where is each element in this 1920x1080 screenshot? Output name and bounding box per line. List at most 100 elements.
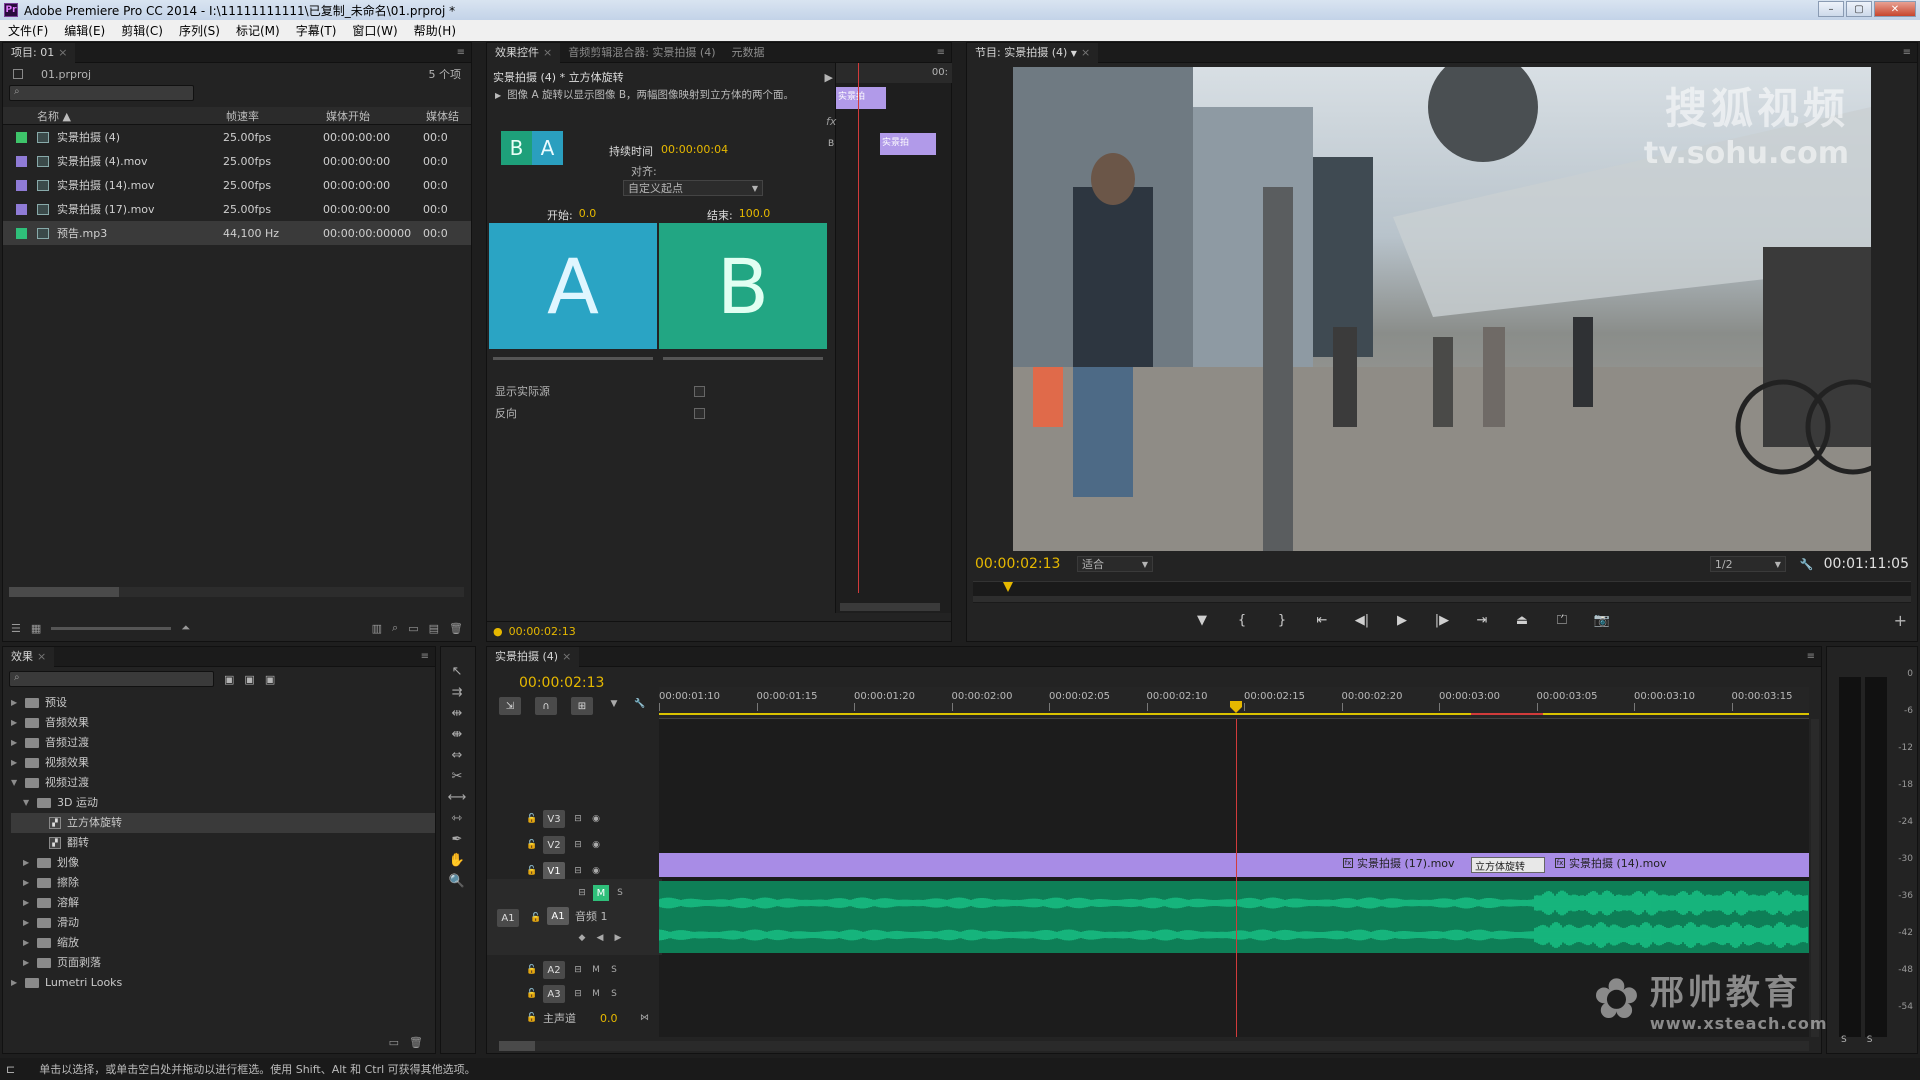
solo-button[interactable]: S: [607, 987, 621, 1001]
collapsed-arrow-icon[interactable]: ▶: [23, 933, 33, 953]
zoom-slider[interactable]: [51, 626, 172, 630]
lock-icon[interactable]: 🔓: [529, 911, 543, 925]
resolution-dropdown[interactable]: 1/2 ▼: [1709, 556, 1786, 572]
master-volume[interactable]: 0.0: [600, 1012, 618, 1025]
close-tab-icon[interactable]: ×: [562, 650, 571, 663]
linked-selection-icon[interactable]: ⊞: [571, 697, 593, 715]
project-item-row[interactable]: 实景拍摄 (14).mov 25.00fps 00:00:00:00 00:0: [3, 173, 471, 197]
meter-solo-right[interactable]: S: [1867, 1035, 1873, 1045]
tab-project[interactable]: 项目: 01 ×: [3, 42, 76, 63]
hand-tool-icon[interactable]: ✋: [447, 850, 467, 870]
start-slider[interactable]: [493, 357, 653, 360]
menu-edit[interactable]: 编辑(E): [56, 22, 113, 39]
mute-button[interactable]: M: [593, 885, 609, 901]
track-a1-label[interactable]: A1: [547, 907, 569, 925]
sync-lock-icon[interactable]: ⊟: [571, 864, 585, 878]
keyframe-icon[interactable]: ◆: [575, 931, 589, 945]
prev-keyframe-icon[interactable]: ◀: [593, 931, 607, 945]
tab-effect-controls[interactable]: 效果控件 ×: [487, 42, 561, 63]
project-scrollbar[interactable]: [9, 587, 464, 597]
lock-icon[interactable]: 🔓: [525, 812, 539, 826]
nest-toggle-icon[interactable]: ⇲: [499, 697, 521, 715]
accelerated-effects-icon[interactable]: ▣: [224, 673, 234, 686]
track-select-tool-icon[interactable]: ⇉: [447, 682, 467, 702]
timeline-timecode[interactable]: 00:00:02:13: [519, 675, 604, 691]
mini-playhead[interactable]: [858, 63, 859, 593]
pen-tool-icon[interactable]: ✒: [447, 829, 467, 849]
timeline-scrollbar[interactable]: [499, 1041, 1809, 1051]
minimize-button[interactable]: –: [1818, 1, 1844, 17]
collapsed-arrow-icon[interactable]: ▶: [23, 873, 33, 893]
clip-label-14[interactable]: fx 实景拍摄 (14).mov: [1555, 855, 1667, 871]
export-frame-button[interactable]: 📷: [1587, 609, 1617, 631]
trash-icon[interactable]: 🗑: [449, 622, 463, 635]
sort-icon[interactable]: ⏶: [181, 621, 190, 635]
track-a3-label[interactable]: A3: [543, 985, 565, 1003]
slide-tool-icon[interactable]: ⇿: [447, 808, 467, 828]
32bit-effects-icon[interactable]: ▣: [244, 673, 254, 686]
trash-icon[interactable]: 🗑: [409, 1036, 423, 1049]
mark-in-button[interactable]: {: [1227, 609, 1257, 631]
sync-lock-icon[interactable]: ⊟: [571, 987, 585, 1001]
add-marker-icon[interactable]: ▼: [607, 697, 621, 711]
work-area-bar[interactable]: [659, 713, 1809, 715]
tab-metadata[interactable]: 元数据: [724, 43, 773, 63]
meter-solo-left[interactable]: S: [1841, 1035, 1847, 1045]
panel-menu-icon[interactable]: ≡: [1807, 651, 1815, 662]
close-button[interactable]: ✕: [1874, 1, 1916, 17]
duration-value[interactable]: 00:00:00:04: [661, 143, 728, 159]
rolling-edit-tool-icon[interactable]: ⇼: [447, 724, 467, 744]
solo-button[interactable]: S: [613, 886, 627, 900]
ripple-edit-tool-icon[interactable]: ⇹: [447, 703, 467, 723]
tab-sequence[interactable]: 实景拍摄 (4) ×: [487, 646, 580, 667]
extract-button[interactable]: ⏍: [1547, 609, 1577, 631]
expand-description-icon[interactable]: ▶: [495, 89, 501, 102]
close-tab-icon[interactable]: ×: [543, 46, 552, 59]
find-icon[interactable]: ⌕: [392, 621, 398, 635]
fit-dropdown[interactable]: 适合 ▼: [1077, 556, 1153, 572]
effect-folder[interactable]: ▶ 缩放: [11, 933, 435, 953]
ec-timecode[interactable]: 00:00:02:13: [509, 625, 576, 638]
lock-icon[interactable]: 🔓: [525, 838, 539, 852]
eye-icon[interactable]: ◉: [589, 838, 603, 852]
close-tab-icon[interactable]: ×: [1081, 46, 1090, 59]
chevron-down-icon[interactable]: ▼: [1071, 49, 1077, 58]
sync-lock-icon[interactable]: ⊟: [571, 812, 585, 826]
track-a2-label[interactable]: A2: [543, 961, 565, 979]
slip-tool-icon[interactable]: ⟷: [447, 787, 467, 807]
automate-icon[interactable]: ▥: [372, 622, 382, 635]
collapsed-arrow-icon[interactable]: ▶: [11, 753, 21, 773]
ec-mini-timeline[interactable]: 00: 实景拍 fx 实景拍 B: [826, 63, 952, 613]
sync-lock-icon[interactable]: ⊟: [571, 963, 585, 977]
project-search-input[interactable]: ⌕: [9, 85, 194, 101]
sync-lock-icon[interactable]: ⊟: [575, 886, 589, 900]
mark-out-button[interactable]: }: [1267, 609, 1297, 631]
eye-icon[interactable]: ◉: [589, 812, 603, 826]
master-end-icon[interactable]: ⋈: [638, 1011, 652, 1025]
program-timecode[interactable]: 00:00:02:13: [975, 556, 1077, 572]
effect-folder[interactable]: ▶ 页面剥落: [11, 953, 435, 973]
mute-button[interactable]: M: [589, 963, 603, 977]
collapsed-arrow-icon[interactable]: ▶: [11, 733, 21, 753]
mute-button[interactable]: M: [589, 987, 603, 1001]
collapsed-arrow-icon[interactable]: ▶: [23, 853, 33, 873]
menu-clip[interactable]: 剪辑(C): [113, 22, 171, 39]
panel-menu-icon[interactable]: ≡: [457, 47, 465, 58]
label-color-swatch[interactable]: [16, 179, 27, 191]
program-playhead[interactable]: [1003, 582, 1013, 592]
collapsed-arrow-icon[interactable]: ▶: [23, 893, 33, 913]
menu-help[interactable]: 帮助(H): [406, 22, 464, 39]
expanded-arrow-icon[interactable]: ▼: [11, 773, 21, 793]
effect-folder[interactable]: ▶ Lumetri Looks: [11, 973, 435, 993]
effect-folder[interactable]: ▼ 3D 运动: [11, 793, 435, 813]
panel-menu-icon[interactable]: ≡: [1903, 47, 1911, 58]
lock-icon[interactable]: 🔓: [525, 864, 539, 878]
menu-sequence[interactable]: 序列(S): [171, 22, 228, 39]
expanded-arrow-icon[interactable]: ▼: [23, 793, 33, 813]
time-ruler[interactable]: 00:00:01:10 00:00:01:15 00:00:01:20 00:00:0…: [659, 687, 1809, 719]
label-color-swatch[interactable]: [16, 203, 27, 215]
menu-window[interactable]: 窗口(W): [344, 22, 405, 39]
label-color-swatch[interactable]: [16, 131, 27, 143]
lock-icon[interactable]: 🔓: [525, 1011, 539, 1025]
effect-item[interactable]: ▞ 翻转: [11, 833, 435, 853]
